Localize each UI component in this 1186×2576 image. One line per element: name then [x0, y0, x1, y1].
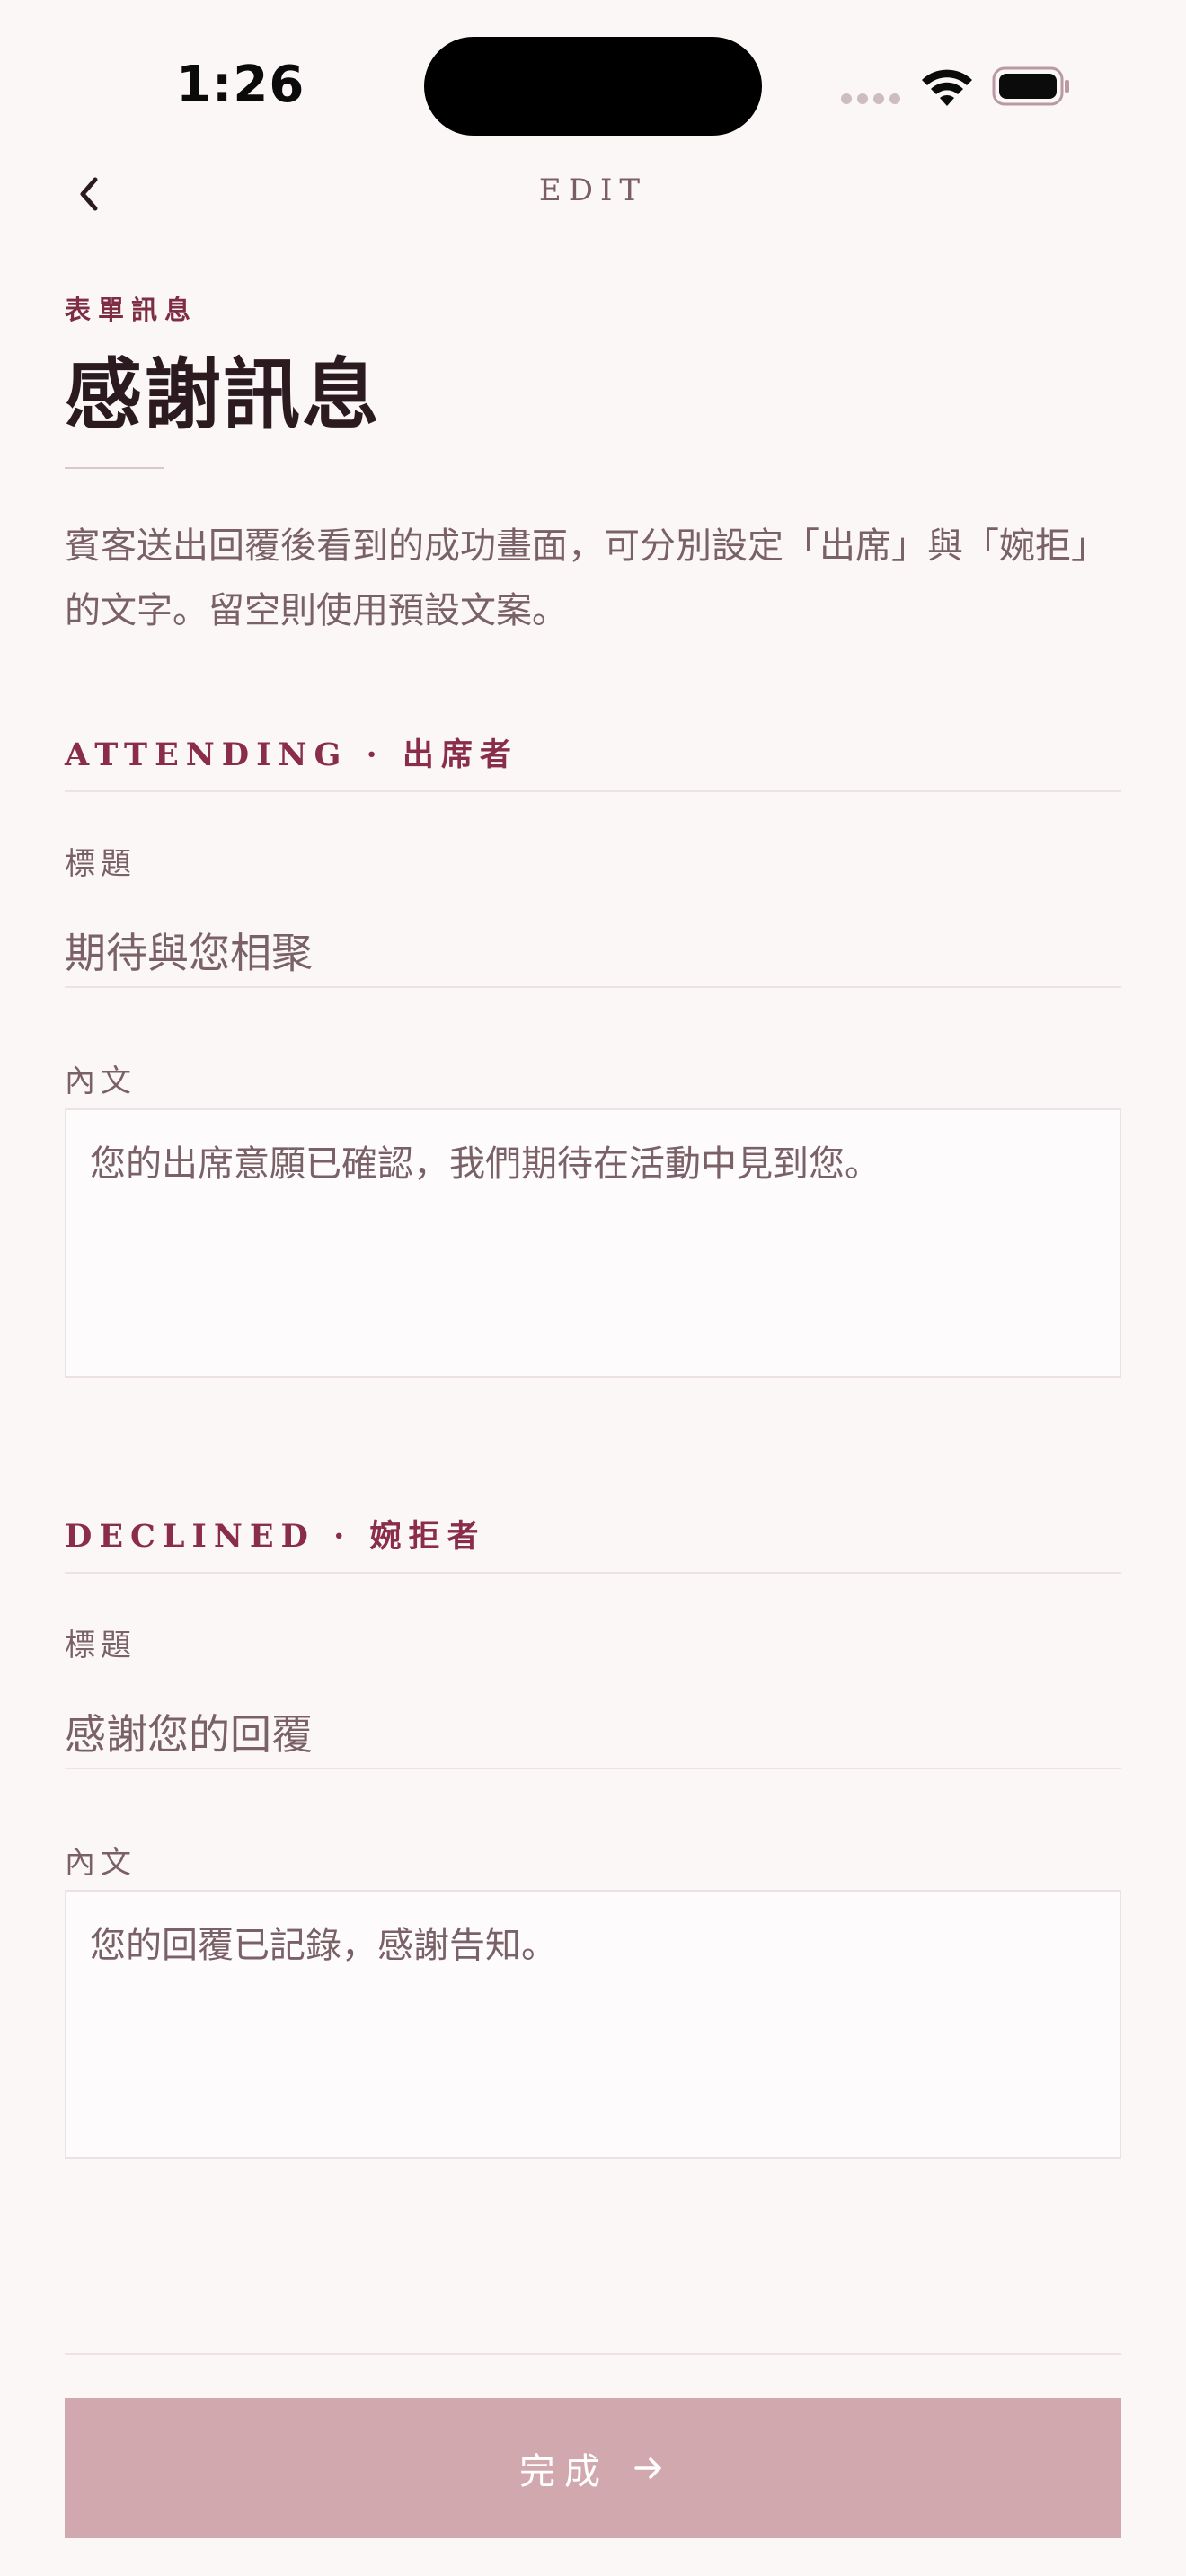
title-divider — [65, 467, 164, 469]
done-label: 完成 — [519, 2451, 609, 2492]
arrow-right-icon — [634, 2457, 661, 2479]
attending-body-textarea[interactable]: 您的出席意願已確認，我們期待在活動中見到您。 — [65, 1108, 1121, 1378]
attending-title-label: 標題 — [65, 846, 137, 882]
page-title: 感謝訊息 — [65, 349, 381, 440]
attending-body-label: 內文 — [65, 1063, 137, 1099]
footer-divider — [65, 2353, 1121, 2355]
battery-icon — [992, 66, 1069, 106]
declined-body-label: 內文 — [65, 1845, 137, 1881]
attending-section-divider — [65, 790, 1121, 792]
section-eyebrow: 表單訊息 — [65, 295, 199, 325]
declined-section-header: DECLINED · 婉拒者 — [65, 1518, 486, 1555]
nav-title: EDIT — [538, 172, 648, 208]
dynamic-island — [424, 37, 762, 136]
page-description: 賓客送出回覆後看到的成功畫面，可分別設定「出席」與「婉拒」的文字。留空則使用預設… — [65, 525, 1107, 631]
signal-icon — [841, 93, 900, 104]
status-time: 1:26 — [176, 56, 305, 114]
status-bar: 1:26 — [0, 0, 1186, 136]
done-button[interactable]: 完成 — [65, 2398, 1121, 2538]
declined-section-divider — [65, 1572, 1121, 1574]
declined-title-input[interactable] — [65, 1696, 1121, 1769]
wifi-icon — [922, 69, 972, 106]
declined-title-label: 標題 — [65, 1628, 137, 1663]
attending-title-input[interactable] — [65, 914, 1121, 988]
declined-body-textarea[interactable]: 您的回覆已記錄，感謝告知。 — [65, 1890, 1121, 2159]
attending-section-header: ATTENDING · 出席者 — [65, 737, 518, 773]
nav-bar: EDIT — [0, 158, 1186, 230]
